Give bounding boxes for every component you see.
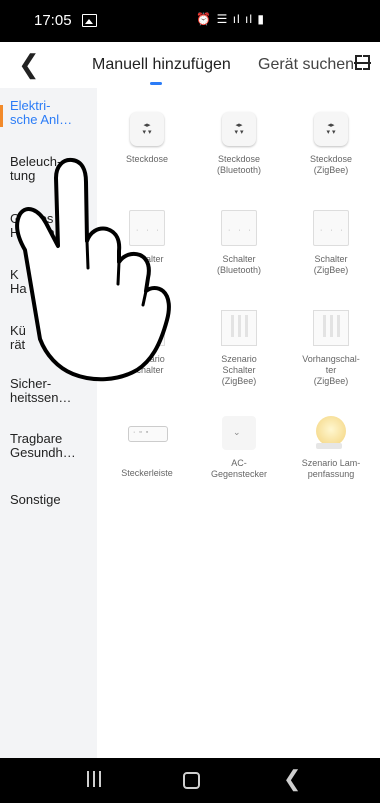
sidebar-item-small-appliances[interactable]: K Ha bbox=[10, 268, 92, 296]
tab-manual-add[interactable]: Manuell hinzufügen bbox=[92, 56, 231, 74]
device-name: Szenario Lam-penfassung bbox=[301, 458, 361, 479]
device-tile[interactable]: ⌄ AC- Gegenstecker bbox=[198, 416, 280, 480]
device-tile[interactable]: Szenario Schalter bbox=[106, 310, 188, 376]
device-name: Szenario Schalter (ZigBee) bbox=[221, 354, 257, 386]
device-tile[interactable]: ◂▸ ▾ ▾ Steckdose bbox=[106, 112, 188, 165]
device-grid: ◂▸ ▾ ▾ Steckdose ◂▸ ▾ ▾ Steckdose (Bluetoot… bbox=[97, 88, 380, 758]
device-name: AC- Gegenstecker bbox=[210, 458, 268, 479]
status-icons: ⏰ ☰ ıl ıl ▮ bbox=[196, 12, 265, 26]
sidebar-item-lighting[interactable]: Beleuch-tung bbox=[10, 155, 92, 183]
chevron-left-icon[interactable]: ❮ bbox=[18, 49, 40, 80]
sidebar-item-health[interactable]: Tragbare Gesundh… bbox=[10, 432, 92, 460]
power-strip-icon: · ▫ ▫ bbox=[128, 426, 168, 460]
device-tile[interactable]: Szenario Schalter (ZigBee) bbox=[198, 310, 280, 387]
device-name: Steckdose bbox=[125, 154, 169, 164]
scenario-switch-icon bbox=[129, 310, 165, 346]
switch-icon: · · · bbox=[313, 210, 349, 246]
device-tile[interactable]: Vorhangschal-ter (ZigBee) bbox=[290, 310, 372, 387]
sidebar-item-other[interactable]: Sonstige bbox=[10, 493, 92, 507]
header: ❮ Manuell hinzufügen Gerät suchen bbox=[0, 42, 380, 88]
sidebar-item-electrical[interactable]: Elektri-sche Anl… bbox=[10, 99, 92, 127]
device-tile[interactable]: · · · Schalter (ZigBee) bbox=[290, 210, 372, 276]
device-name: Schalter bbox=[130, 254, 164, 264]
back-icon[interactable]: ❮ bbox=[283, 766, 301, 792]
active-tab-indicator bbox=[150, 82, 162, 85]
socket-icon: ◂▸ ▾ ▾ bbox=[130, 112, 164, 146]
device-name: Schalter (Bluetooth) bbox=[216, 254, 262, 275]
device-name: Vorhangschal-ter (ZigBee) bbox=[302, 354, 360, 386]
socket-icon: ◂▸ ▾ ▾ bbox=[222, 112, 256, 146]
category-sidebar: Elektri-sche Anl… Beleuch-tung Großes Hau… bbox=[0, 88, 97, 758]
sidebar-item-security[interactable]: Sicher-heitssen… bbox=[10, 377, 92, 405]
curtain-switch-icon bbox=[313, 310, 349, 346]
device-tile[interactable]: ◂▸ ▾ ▾ Steckdose (Bluetooth) bbox=[198, 112, 280, 176]
sidebar-item-large-appliances[interactable]: Großes Haushalt… bbox=[10, 212, 92, 240]
device-tile[interactable]: · · · Schalter bbox=[106, 210, 188, 265]
ac-plug-icon: ⌄ bbox=[222, 416, 256, 450]
home-icon[interactable] bbox=[183, 772, 200, 789]
device-tile[interactable]: Szenario Lam-penfassung bbox=[290, 416, 372, 480]
device-name: Schalter (ZigBee) bbox=[313, 254, 349, 275]
recent-apps-icon[interactable] bbox=[87, 771, 101, 787]
gallery-icon bbox=[82, 14, 97, 27]
status-time: 17:05 bbox=[34, 12, 72, 29]
sidebar-item-kitchen[interactable]: Kü rät bbox=[10, 324, 92, 352]
status-bar: 17:05 ⏰ ☰ ıl ıl ▮ bbox=[0, 0, 380, 42]
scenario-switch-icon bbox=[221, 310, 257, 346]
scan-icon[interactable] bbox=[354, 55, 371, 70]
device-tile[interactable]: · ▫ ▫ Steckerleiste bbox=[106, 416, 188, 479]
device-name: Szenario Schalter bbox=[129, 354, 165, 375]
device-tile[interactable]: · · · Schalter (Bluetooth) bbox=[198, 210, 280, 276]
socket-icon: ◂▸ ▾ ▾ bbox=[314, 112, 348, 146]
device-name: Steckdose (Bluetooth) bbox=[216, 154, 262, 175]
switch-icon: · · · bbox=[129, 210, 165, 246]
device-name: Steckerleiste bbox=[121, 468, 173, 478]
device-name: Steckdose (ZigBee) bbox=[309, 154, 353, 175]
device-tile[interactable]: ◂▸ ▾ ▾ Steckdose (ZigBee) bbox=[290, 112, 372, 176]
lamp-socket-icon bbox=[314, 416, 348, 450]
android-nav-bar: ❮ bbox=[0, 758, 380, 803]
tab-search-device[interactable]: Gerät suchen bbox=[258, 56, 354, 74]
switch-icon: · · · bbox=[221, 210, 257, 246]
active-category-marker bbox=[0, 105, 3, 127]
